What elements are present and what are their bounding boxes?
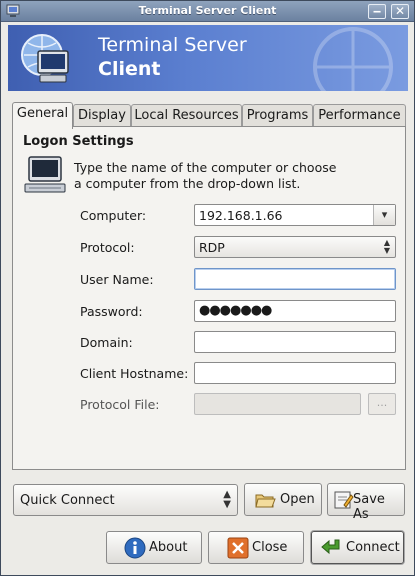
close-button-label: Close <box>252 540 288 555</box>
connect-button-label: Connect <box>346 540 400 555</box>
logon-intro-text: Type the name of the computer or choose … <box>74 160 374 192</box>
username-label: User Name: <box>80 272 154 287</box>
window-title: Terminal Server Client <box>138 4 277 17</box>
tab-programs[interactable]: Programs <box>242 104 313 128</box>
protocol-value: RDP <box>199 240 225 255</box>
protocol-label: Protocol: <box>80 240 135 255</box>
browse-protocol-file-button: ... <box>368 393 396 415</box>
computer-icon <box>24 156 66 193</box>
banner-title-line1: Terminal Server <box>98 34 247 56</box>
tab-performance[interactable]: Performance <box>313 104 406 128</box>
folder-open-icon <box>255 494 276 508</box>
connect-button[interactable]: Connect <box>311 531 404 564</box>
tab-performance-label: Performance <box>318 108 401 123</box>
computer-label: Computer: <box>80 208 147 223</box>
tab-display-label: Display <box>78 108 126 123</box>
main-window: Terminal Server Client ‒ ✕ Terminal Serv… <box>0 0 415 576</box>
protocol-select[interactable]: RDP ▲ ▼ <box>194 236 396 258</box>
close-button[interactable]: Close <box>208 531 304 564</box>
intro-line-1: Type the name of the computer or choose <box>74 160 337 175</box>
save-as-button[interactable]: Save As <box>327 483 405 522</box>
chevron-down-icon[interactable]: ▾ <box>373 205 395 225</box>
updown-arrows-icon: ▲ ▼ <box>223 489 231 510</box>
banner-title-line2: Client <box>98 58 161 80</box>
password-label: Password: <box>80 304 143 319</box>
connect-arrow-icon <box>321 539 340 555</box>
title-bar[interactable]: Terminal Server Client ‒ ✕ <box>1 1 414 22</box>
tab-general[interactable]: General <box>12 102 73 129</box>
tab-local-resources-label: Local Resources <box>134 108 239 123</box>
intro-line-2: a computer from the drop-down list. <box>74 176 301 191</box>
quick-connect-select[interactable]: Quick Connect ▲ ▼ <box>13 484 238 516</box>
computer-combobox[interactable]: 192.168.1.66 ▾ <box>194 204 396 226</box>
client-hostname-input[interactable] <box>194 362 396 384</box>
quick-connect-value: Quick Connect <box>20 493 115 508</box>
watermark-globe-icon <box>313 27 393 91</box>
close-icon: ✕ <box>394 4 406 18</box>
close-icon <box>227 537 249 559</box>
password-value: ●●●●●●● <box>199 303 272 318</box>
open-button[interactable]: Open <box>244 483 322 516</box>
about-button-label: About <box>149 540 188 555</box>
computer-value: 192.168.1.66 <box>199 208 283 223</box>
computer-globe-icon <box>21 34 69 83</box>
username-input[interactable] <box>194 268 396 290</box>
protocol-file-label: Protocol File: <box>80 397 160 412</box>
protocol-file-input <box>194 393 361 415</box>
about-button[interactable]: About <box>106 531 202 564</box>
open-button-label: Open <box>280 492 315 507</box>
client-hostname-label: Client Hostname: <box>80 366 189 381</box>
updown-arrows-icon: ▲ ▼ <box>383 238 390 255</box>
close-window-button[interactable]: ✕ <box>391 4 409 19</box>
minimize-button[interactable]: ‒ <box>368 4 386 19</box>
minimize-icon: ‒ <box>372 4 382 18</box>
domain-label: Domain: <box>80 335 133 350</box>
tab-programs-label: Programs <box>246 108 309 123</box>
tab-display[interactable]: Display <box>73 104 131 128</box>
save-as-button-label: Save As <box>353 492 385 522</box>
tab-local-resources[interactable]: Local Resources <box>131 104 242 128</box>
tab-general-label: General <box>16 106 69 121</box>
header-banner: Terminal Server Client <box>8 25 408 91</box>
password-input[interactable]: ●●●●●●● <box>194 300 396 322</box>
logon-settings-heading: Logon Settings <box>23 134 134 149</box>
info-icon <box>124 537 146 559</box>
general-tab-panel: Logon Settings Type the name of the comp… <box>12 126 406 470</box>
save-as-icon <box>334 491 354 509</box>
domain-input[interactable] <box>194 331 396 353</box>
